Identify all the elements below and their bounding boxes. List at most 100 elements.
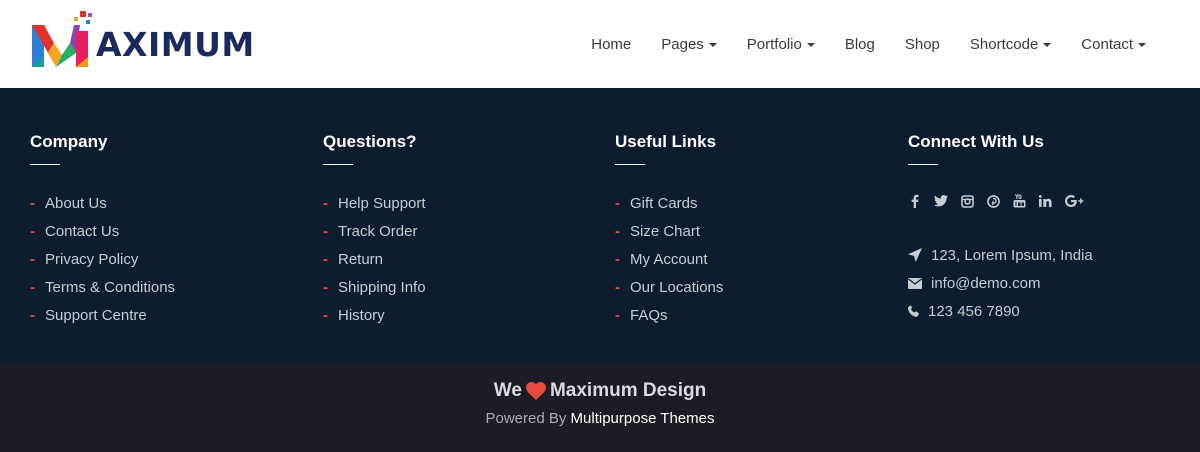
dash-bullet: - (30, 250, 35, 268)
footer-link-help-support[interactable]: - Help Support (323, 189, 613, 217)
phone-text: 123 456 7890 (928, 302, 1020, 320)
footer-link-terms[interactable]: - Terms & Conditions (30, 273, 320, 301)
logo[interactable]: AXIMUM (30, 9, 255, 69)
nav-portfolio[interactable]: Portfolio (747, 36, 815, 53)
footer-link-gift-cards[interactable]: - Gift Cards (615, 189, 905, 217)
footer-col-useful-links: Useful Links - Gift Cards - Size Chart - My… (615, 132, 905, 329)
contact-address: 123, Lorem Ipsum, India (908, 241, 1198, 269)
footer-link-history[interactable]: - History (323, 301, 613, 329)
heading-divider (30, 164, 60, 165)
google-plus-icon[interactable] (1064, 194, 1084, 208)
main-nav: Home Pages Portfolio Blog Shop Shortcode… (561, 0, 1146, 88)
link-label: Size Chart (630, 222, 701, 240)
footer-link-return[interactable]: - Return (323, 245, 613, 273)
heart-icon (525, 382, 546, 400)
site-header: AXIMUM Home Pages Portfolio Blog Shop Sh… (0, 0, 1200, 88)
footer-link-track-order[interactable]: - Track Order (323, 217, 613, 245)
social-icons (908, 193, 1198, 209)
nav-pages-label: Pages (661, 35, 704, 53)
powered-by: Powered By Multipurpose Themes (0, 410, 1200, 427)
link-label: Track Order (338, 222, 418, 240)
site-footer: Company - About Us - Contact Us - Privacy P… (0, 88, 1200, 363)
dash-bullet: - (30, 194, 35, 212)
instagram-icon[interactable] (960, 194, 974, 208)
chevron-down-icon (1138, 43, 1146, 47)
link-label: Shipping Info (338, 278, 426, 296)
dash-bullet: - (30, 278, 35, 296)
dash-bullet: - (615, 194, 620, 212)
address-text: 123, Lorem Ipsum, India (931, 246, 1093, 264)
useful-links-heading: Useful Links (615, 132, 717, 151)
footer-link-faqs[interactable]: - FAQs (615, 301, 905, 329)
useful-links: - Gift Cards - Size Chart - My Account - Our… (615, 189, 905, 329)
logo-text: AXIMUM (96, 25, 255, 64)
dash-bullet: - (323, 194, 328, 212)
chevron-down-icon (1043, 43, 1052, 47)
link-label: Privacy Policy (45, 250, 139, 268)
dash-bullet: - (30, 222, 35, 240)
dash-bullet: - (615, 278, 620, 296)
nav-home[interactable]: Home (591, 36, 631, 53)
contact-phone[interactable]: 123 456 7890 (908, 297, 1198, 325)
tagline-suffix: Maximum Design (549, 380, 707, 401)
powered-by-prefix: Powered By (485, 410, 567, 427)
nav-shortcode[interactable]: Shortcode (969, 35, 1052, 53)
dash-bullet: - (30, 306, 35, 324)
nav-pages[interactable]: Pages (661, 36, 717, 53)
link-label: Our Locations (630, 278, 724, 296)
contact-info: 123, Lorem Ipsum, India info@demo.com 12… (908, 241, 1198, 325)
email-text: info@demo.com (931, 274, 1041, 292)
nav-shortcode-label: Shortcode (969, 35, 1039, 53)
footer-link-shipping-info[interactable]: - Shipping Info (323, 273, 613, 301)
dash-bullet: - (323, 278, 328, 296)
link-label: Gift Cards (630, 194, 698, 212)
dash-bullet: - (615, 222, 620, 240)
footer-col-questions: Questions? - Help Support - Track Order -R… (323, 132, 613, 329)
link-label: My Account (630, 250, 708, 268)
nav-blog[interactable]: Blog (845, 36, 875, 53)
youtube-icon[interactable] (1012, 194, 1026, 208)
footer-link-contact-us[interactable]: - Contact Us (30, 217, 320, 245)
footer-link-our-locations[interactable]: - Our Locations (615, 273, 905, 301)
dash-bullet: - (615, 250, 620, 268)
link-label: Help Support (338, 194, 426, 212)
link-label: FAQs (630, 306, 668, 324)
footer-link-size-chart[interactable]: - Size Chart (615, 217, 905, 245)
link-label: Terms & Conditions (45, 278, 176, 296)
contact-email[interactable]: info@demo.com (908, 269, 1198, 297)
nav-shop-label: Shop (904, 35, 940, 53)
pinterest-icon[interactable] (986, 194, 1000, 208)
nav-contact[interactable]: Contact (1081, 36, 1146, 53)
link-label: History (338, 306, 385, 324)
tagline: We Maximum Design (0, 380, 1200, 402)
link-label: Contact Us (45, 222, 120, 240)
phone-icon (908, 305, 928, 317)
footer-link-privacy-policy[interactable]: - Privacy Policy (30, 245, 320, 273)
company-heading: Company (30, 132, 108, 151)
location-arrow-icon (908, 248, 931, 262)
linkedin-icon[interactable] (1038, 194, 1052, 208)
dash-bullet: - (323, 222, 328, 240)
footer-col-company: Company - About Us - Contact Us - Privacy P… (30, 132, 320, 329)
footer-link-about-us[interactable]: - About Us (30, 189, 320, 217)
facebook-icon[interactable] (908, 194, 922, 208)
nav-home-label: Home (591, 35, 632, 53)
heading-divider (323, 164, 353, 165)
company-links: - About Us - Contact Us - Privacy Policy -T… (30, 189, 320, 329)
multipurpose-themes-link[interactable]: Multipurpose Themes (571, 410, 715, 427)
nav-blog-label: Blog (844, 35, 875, 53)
link-label: Return (338, 250, 384, 268)
copyright-bar: We Maximum Design Powered By Multipurpos… (0, 363, 1200, 452)
heading-divider (615, 164, 645, 165)
twitter-icon[interactable] (934, 194, 948, 208)
link-label: Support Centre (45, 306, 147, 324)
nav-portfolio-label: Portfolio (746, 35, 802, 53)
chevron-down-icon (806, 43, 815, 47)
link-label: About Us (45, 194, 107, 212)
questions-links: - Help Support - Track Order - Return - Ship… (323, 189, 613, 329)
nav-shop[interactable]: Shop (905, 36, 940, 53)
dash-bullet: - (615, 306, 620, 324)
footer-link-my-account[interactable]: - My Account (615, 245, 905, 273)
footer-link-support-centre[interactable]: - Support Centre (30, 301, 320, 329)
footer-col-connect: Connect With Us 123, Lorem Ipsum, India … (908, 132, 1198, 325)
